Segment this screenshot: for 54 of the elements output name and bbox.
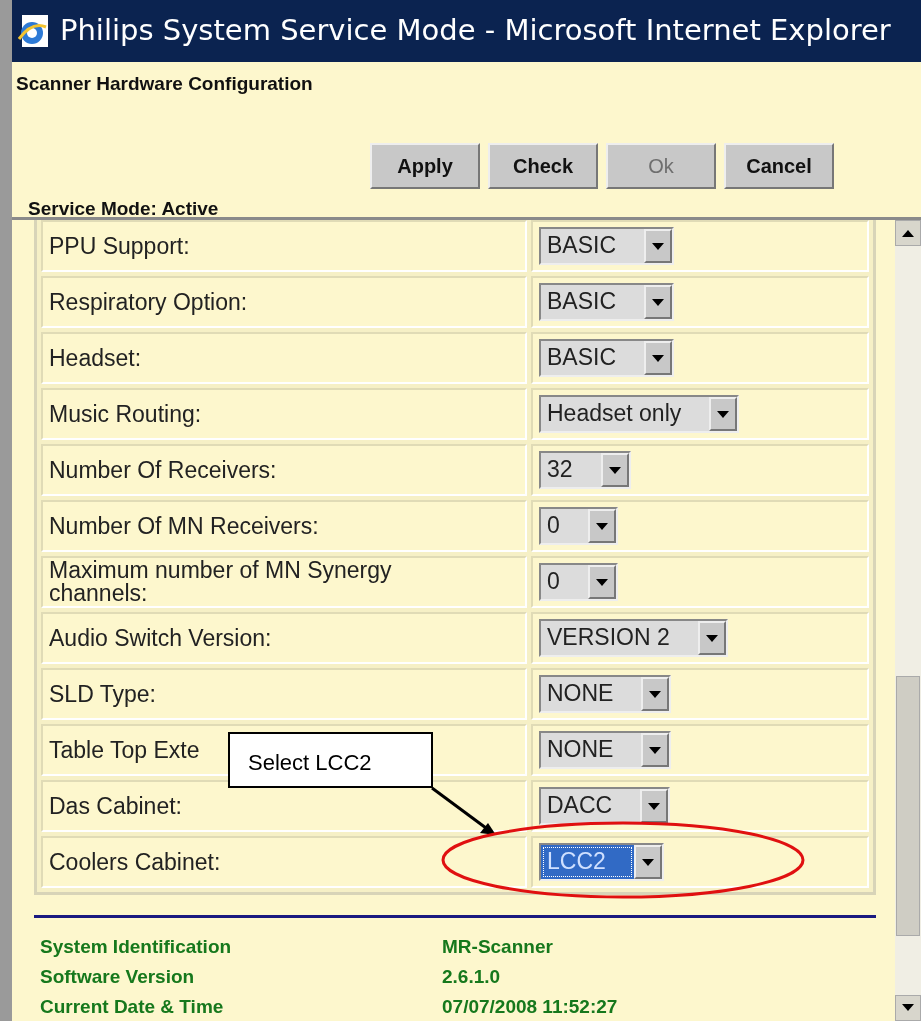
setting-label: Audio Switch Version: [49,626,272,650]
dropdown-arrow-icon [717,410,730,418]
scroll-up-icon[interactable] [895,220,921,246]
setting-label: Maximum number of MN Synergy channels: [49,559,393,605]
dropdown-arrow-icon [649,690,662,698]
dropdown[interactable]: 32 [539,451,631,489]
dropdown-arrow-icon [705,634,718,642]
action-button[interactable]: Apply [370,142,480,189]
setting-label: Headset: [49,346,142,370]
setting-label: Table Top Exte [49,738,200,762]
setting-label: Number Of MN Receivers: [49,514,319,538]
window-title: Philips System Service Mode - Microsoft Internet Explorer [60,12,891,50]
dropdown[interactable]: 0 [539,507,618,545]
info-label: System Identification [40,935,233,959]
info-label: Current Date & Time [40,995,225,1019]
action-button[interactable]: Cancel [724,142,834,189]
info-value: 07/07/2008 11:52:27 [442,995,619,1019]
info-value: MR-Scanner [442,935,554,959]
dropdown[interactable]: NONE [539,731,672,769]
setting-label: Music Routing: [49,402,202,426]
setting-label: Coolers Cabinet: [49,850,221,874]
dropdown[interactable]: Headset only [539,395,740,433]
dropdown[interactable]: LCC2 [539,843,664,881]
dropdown[interactable]: VERSION 2 [539,619,728,657]
scroll-thumb[interactable] [896,676,920,936]
callout-box: Select LCC2 [228,732,433,788]
dropdown[interactable]: NONE [539,675,672,713]
page-title: Scanner Hardware Configuration [15,72,314,96]
info-value: 2.6.1.0 [442,965,502,989]
scrollbar[interactable] [895,220,921,1021]
setting-label: PPU Support: [49,234,190,258]
dropdown-arrow-icon [649,746,662,754]
setting-label: SLD Type: [49,682,156,706]
dropdown[interactable]: BASIC [539,283,675,321]
setting-label: Number Of Receivers: [49,458,277,482]
dropdown-arrow-icon [608,466,621,474]
dropdown-arrow-icon [641,858,654,866]
dropdown-arrow-icon [652,298,665,306]
pointer-arrow [431,786,496,835]
setting-label: Respiratory Option: [49,290,248,314]
setting-label: Das Cabinet: [49,794,182,818]
dropdown-arrow-icon [652,242,665,250]
info-label: Software Version [40,965,196,989]
dropdown[interactable]: BASIC [539,227,675,265]
service-mode-status: Service Mode: Active [27,196,220,221]
dropdown-arrow-icon [595,578,608,586]
dropdown[interactable]: DACC [539,787,671,825]
dropdown[interactable]: BASIC [539,339,675,377]
scroll-down-icon[interactable] [895,995,921,1021]
action-button[interactable]: Check [488,142,598,189]
dropdown-arrow-icon [652,354,665,362]
dropdown-arrow-icon [648,802,661,810]
dropdown-arrow-icon [595,522,608,530]
dropdown[interactable]: 0 [539,563,618,601]
